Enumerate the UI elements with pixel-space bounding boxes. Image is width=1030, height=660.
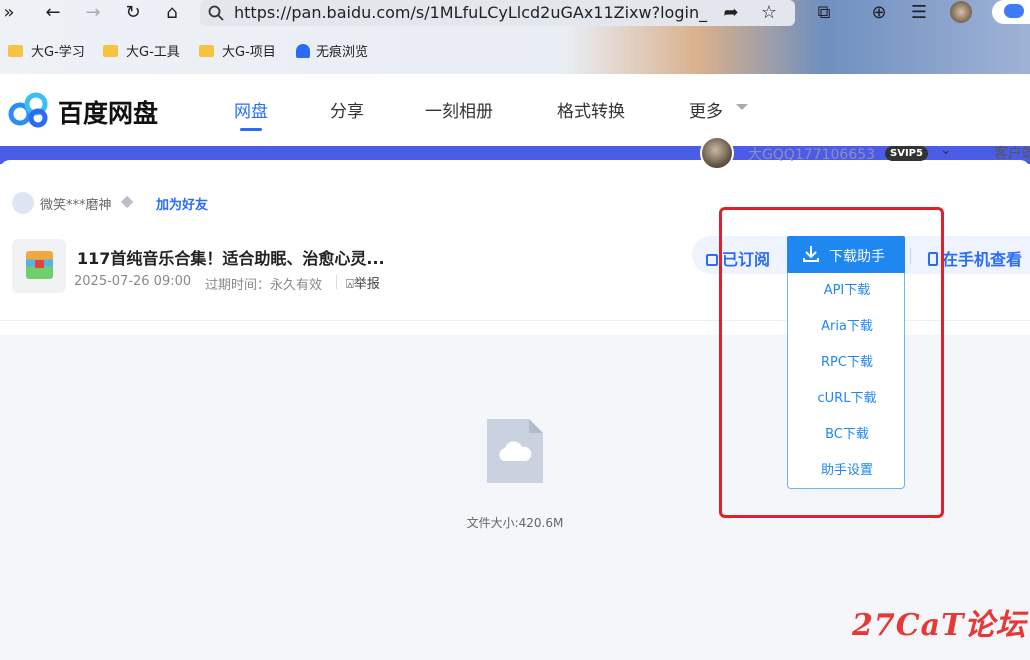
- bookmarks-bar: 大G-学习 大G-工具 大G-项目 无痕浏览: [0, 40, 1030, 66]
- share-expire: 过期时间：永久有效: [205, 278, 323, 293]
- nav-netdisk[interactable]: 网盘: [234, 97, 268, 122]
- address-bar[interactable]: https://pan.baidu.com/s/1MLfuLCyLlcd2uGA…: [200, 0, 795, 26]
- folder-icon: [199, 45, 214, 57]
- bookmark-tools[interactable]: 大G-工具: [103, 40, 180, 66]
- share-date: 2025-07-26 09:00: [74, 274, 192, 289]
- sharer-name[interactable]: 微笑***磨神: [40, 194, 112, 213]
- sharer-avatar[interactable]: [12, 192, 34, 214]
- chevron-down-icon[interactable]: [736, 104, 748, 110]
- watermark: 27CaT论坛: [852, 608, 1027, 643]
- star-icon[interactable]: ☆: [758, 0, 780, 26]
- avatar[interactable]: [700, 136, 734, 170]
- divider: [336, 275, 337, 289]
- file-size: 文件大小:420.6M: [466, 516, 564, 530]
- nav-album[interactable]: 一刻相册: [425, 97, 493, 122]
- nav-more[interactable]: 更多: [689, 97, 723, 122]
- folder-icon: [103, 45, 118, 57]
- chevron-down-icon[interactable]: ⌄: [940, 142, 952, 158]
- url-text: https://pan.baidu.com/s/1MLfuLCyLlcd2uGA…: [234, 3, 708, 22]
- file-icon: [487, 419, 543, 483]
- expand-icon[interactable]: »: [2, 0, 16, 26]
- home-icon[interactable]: ⌂: [161, 0, 183, 26]
- bookmark-study[interactable]: 大G-学习: [8, 40, 85, 66]
- forward-icon[interactable]: →: [82, 0, 104, 26]
- download-icon[interactable]: ⊕: [868, 0, 890, 26]
- bookmark-projects[interactable]: 大G-项目: [199, 40, 276, 66]
- baidu-pan-logo-icon[interactable]: [8, 92, 50, 128]
- share-icon[interactable]: ➦: [720, 0, 742, 26]
- add-friend-link[interactable]: 加为好友: [156, 194, 208, 213]
- highlight-box: [719, 207, 944, 518]
- browser-chrome: » ← → ↻ ⌂ https://pan.baidu.com/s/1MLfuL…: [0, 0, 1030, 74]
- client-download-link[interactable]: 客户端: [994, 143, 1030, 163]
- report-icon: ⍓: [346, 277, 354, 292]
- bookmark-incognito[interactable]: 无痕浏览: [296, 40, 368, 66]
- vip-badge: SVIP5: [885, 146, 928, 161]
- menu-icon[interactable]: ☰: [908, 0, 930, 26]
- username: 大GQQ177106653: [748, 147, 876, 163]
- incognito-icon: [296, 44, 310, 58]
- folder-icon: [8, 45, 23, 57]
- back-icon[interactable]: ←: [42, 0, 64, 26]
- profile-avatar[interactable]: [950, 1, 972, 23]
- browser-nav-row: » ← → ↻ ⌂ https://pan.baidu.com/s/1MLfuL…: [0, 0, 1030, 26]
- user-menu[interactable]: 大GQQ177106653 SVIP5 ⌄ 客户端: [700, 136, 1030, 170]
- logo-text[interactable]: 百度网盘: [58, 94, 158, 130]
- nav-active-indicator: [240, 128, 262, 131]
- reload-icon[interactable]: ↻: [122, 0, 144, 26]
- search-icon: [208, 5, 224, 21]
- report-link[interactable]: ⍓举报: [346, 273, 380, 292]
- cloud-extension-icon[interactable]: [992, 0, 1030, 24]
- nav-convert[interactable]: 格式转换: [557, 97, 625, 122]
- share-title: 117首纯音乐合集！适合助眠、治愈心灵...: [77, 249, 385, 268]
- checkbox-icon: [706, 254, 718, 266]
- diamond-icon: ◆: [121, 191, 134, 210]
- nav-share[interactable]: 分享: [330, 97, 364, 122]
- shared-folder-icon: [12, 239, 66, 293]
- extensions-icon[interactable]: ⧉: [813, 0, 835, 26]
